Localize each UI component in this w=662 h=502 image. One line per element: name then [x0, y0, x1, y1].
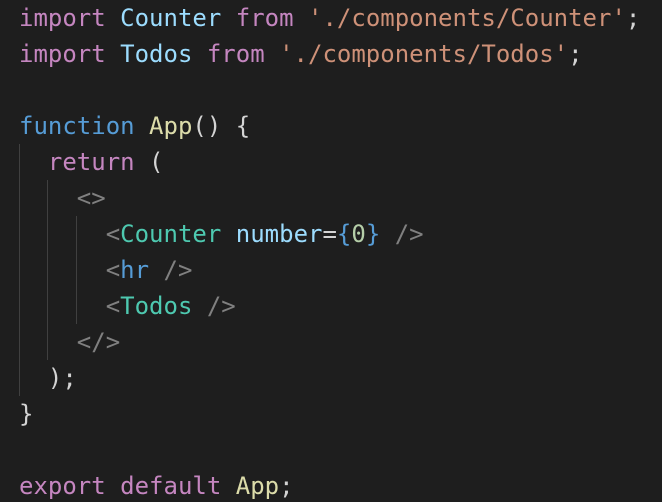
code-token-punctuation — [192, 292, 206, 320]
code-token-keyword: import — [19, 40, 106, 68]
code-token-keyword: import — [19, 4, 106, 32]
code-token-storage: hr — [120, 256, 150, 284]
code-line[interactable]: <Counter number={0} /> — [19, 216, 640, 252]
code-token-punctuation: ); — [47, 364, 77, 392]
code-token-string: './components/Counter' — [308, 4, 626, 32]
code-token-punctuation: ( — [134, 148, 164, 176]
code-line[interactable]: function App() { — [19, 108, 640, 144]
code-token-punctuation — [106, 40, 120, 68]
code-line[interactable]: } — [19, 396, 640, 432]
code-token-tag-bracket: <> — [76, 184, 106, 212]
code-token-punctuation — [19, 148, 48, 176]
code-token-tag-bracket: /> — [206, 292, 236, 320]
code-token-punctuation — [294, 4, 308, 32]
code-line[interactable]: ); — [19, 360, 640, 396]
code-token-variable: Counter — [120, 4, 222, 32]
code-line[interactable]: export default App; — [19, 468, 640, 502]
code-token-component: Counter — [120, 220, 222, 248]
code-token-punctuation — [192, 40, 206, 68]
code-token-keyword: from — [206, 40, 265, 68]
code-token-tag-bracket: < — [105, 220, 121, 248]
code-editor[interactable]: import Counter from './components/Counte… — [0, 0, 662, 502]
code-token-punctuation: ; — [625, 4, 641, 32]
code-token-tag-bracket: </> — [76, 328, 121, 356]
code-line[interactable] — [19, 432, 640, 468]
code-line[interactable]: <> — [19, 180, 640, 216]
code-token-punctuation — [106, 4, 120, 32]
code-token-keyword: return — [47, 148, 135, 176]
code-token-punctuation — [265, 40, 279, 68]
code-token-punctuation — [380, 220, 394, 248]
code-token-tag-bracket: /> — [394, 220, 424, 248]
code-token-storage: function — [19, 112, 135, 140]
code-line[interactable]: import Todos from './components/Todos'; — [19, 36, 640, 72]
code-token-punctuation — [221, 472, 235, 500]
code-line[interactable]: import Counter from './components/Counte… — [19, 0, 640, 36]
code-token-variable: Todos — [120, 40, 193, 68]
code-token-variable: number — [235, 220, 323, 248]
code-token-punctuation — [19, 256, 106, 284]
code-token-function: App — [235, 472, 280, 500]
code-token-punctuation: () { — [192, 112, 251, 140]
code-token-keyword: default — [120, 472, 222, 500]
code-token-punctuation — [221, 220, 235, 248]
code-token-storage: } — [365, 220, 381, 248]
code-token-punctuation: } — [19, 400, 34, 428]
code-line[interactable]: </> — [19, 324, 640, 360]
code-line[interactable]: return ( — [19, 144, 640, 180]
code-token-punctuation — [106, 472, 120, 500]
code-token-string: './components/Todos' — [279, 40, 569, 68]
code-token-keyword: from — [235, 4, 294, 32]
code-token-punctuation: ; — [279, 472, 294, 500]
code-token-function: App — [149, 112, 193, 140]
code-token-punctuation — [19, 220, 106, 248]
code-token-punctuation — [135, 112, 149, 140]
code-token-storage: { — [336, 220, 352, 248]
code-token-tag-bracket: < — [105, 256, 121, 284]
code-token-tag-bracket: /> — [163, 256, 193, 284]
code-token-punctuation — [19, 328, 77, 356]
code-token-punctuation — [19, 292, 106, 320]
code-token-tag-bracket: < — [105, 292, 121, 320]
code-token-punctuation — [149, 256, 163, 284]
code-token-punctuation: ; — [568, 40, 583, 68]
code-lines[interactable]: import Counter from './components/Counte… — [19, 0, 640, 502]
code-token-punctuation — [221, 4, 235, 32]
code-token-number: 0 — [351, 220, 366, 248]
code-line[interactable]: <Todos /> — [19, 288, 640, 324]
code-token-punctuation: = — [322, 220, 337, 248]
code-token-punctuation — [19, 184, 77, 212]
code-token-keyword: export — [19, 472, 106, 500]
code-line[interactable] — [19, 72, 640, 108]
code-line[interactable]: <hr /> — [19, 252, 640, 288]
code-token-punctuation — [19, 364, 48, 392]
code-token-component: Todos — [120, 292, 193, 320]
